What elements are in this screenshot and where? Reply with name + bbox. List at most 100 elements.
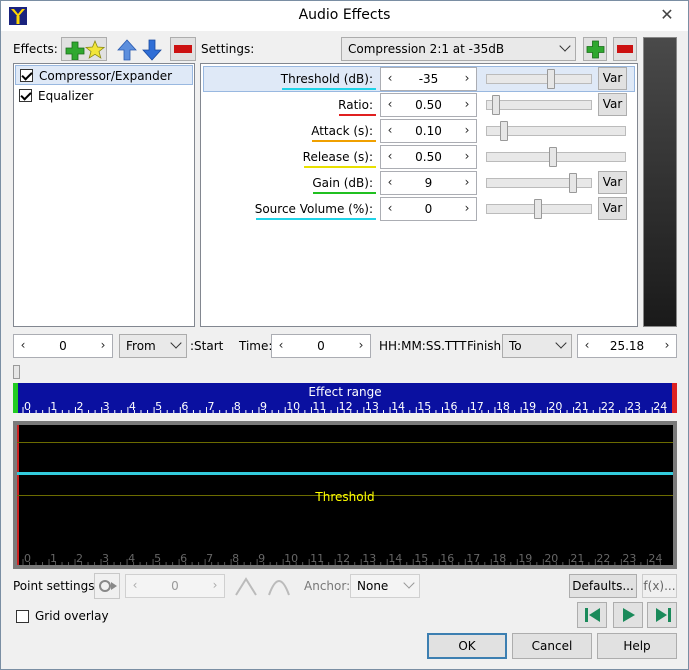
increment-icon[interactable]: › [460,71,474,85]
compressor-checkbox[interactable] [20,69,33,82]
param-slider[interactable] [486,121,626,141]
anchor-label: Anchor: [304,579,351,593]
point-type-button[interactable] [94,573,120,599]
graph-frame: Threshold 0 1 2 3 4 5 6 7 8 9 10 11 12 13 14 15 16 17 18 19… [13,421,677,569]
decrement-icon[interactable]: ‹ [274,338,288,352]
increment-icon[interactable]: › [460,175,474,189]
move-up-down-buttons [114,37,164,61]
decrement-icon[interactable]: ‹ [128,578,142,592]
move-up-icon [117,39,137,61]
decrement-icon[interactable]: ‹ [383,149,397,163]
param-spinner[interactable]: ‹ 0 › [380,197,477,221]
decrement-icon[interactable]: ‹ [383,175,397,189]
skip-to-start-button[interactable] [577,602,607,628]
plus-icon [586,40,605,59]
param-slider[interactable] [486,147,626,167]
position-thumb[interactable] [13,365,20,379]
list-item-equalizer[interactable]: Equalizer [15,86,193,106]
param-label: Threshold (dB): [280,72,373,86]
preset-select[interactable]: Compression 2:1 at -35dB [341,37,576,61]
increment-icon[interactable]: › [660,338,674,352]
play-button[interactable] [613,602,643,628]
skip-end-icon [656,608,671,622]
increment-icon[interactable]: › [460,97,474,111]
param-spinner[interactable]: ‹ 0.50 › [380,93,477,117]
decrement-icon[interactable]: ‹ [383,123,397,137]
point-value-spinner[interactable]: ‹ 0 › [125,574,225,598]
remove-effect-button[interactable] [170,37,196,61]
help-button[interactable]: Help [597,633,677,659]
linear-curve-icon[interactable] [234,575,258,597]
threshold-line[interactable] [17,472,673,475]
grid-overlay-checkbox[interactable] [16,610,29,623]
time-value: 0 [317,339,325,353]
slider-thumb[interactable] [569,173,577,193]
finish-spinner[interactable]: ‹ 25.18 › [577,334,677,358]
defaults-button[interactable]: Defaults... [569,574,637,598]
increment-icon[interactable]: › [460,123,474,137]
effect-range-ruler[interactable]: Effect range 0 1 2 3 4 5 6 7 8 9 10 11 12 13 14 15 16 17 1… [13,383,677,413]
increment-icon[interactable]: › [208,578,222,592]
anchor-select[interactable]: None [350,574,420,598]
add-plus-star-icon [65,40,105,60]
param-spinner[interactable]: ‹ 0.50 › [380,145,477,169]
param-slider[interactable] [486,173,592,193]
increment-icon[interactable]: › [96,338,110,352]
window-title: Audio Effects [298,7,391,23]
add-effect-button[interactable] [61,37,107,61]
slider-thumb[interactable] [500,121,508,141]
decrement-icon[interactable]: ‹ [580,338,594,352]
var-button[interactable]: Var [598,197,627,220]
time-spinner[interactable]: ‹ 0 › [271,334,371,358]
slider-thumb[interactable] [492,95,500,115]
remove-preset-button[interactable] [613,37,637,61]
skip-to-end-button[interactable] [647,602,677,628]
increment-icon[interactable]: › [354,338,368,352]
param-spinner[interactable]: ‹ 0.10 › [380,119,477,143]
list-item-compressor[interactable]: Compressor/Expander [15,65,193,85]
effects-list: Compressor/Expander Equalizer [13,63,195,327]
increment-icon[interactable]: › [460,201,474,215]
var-button[interactable]: Var [598,171,627,194]
slider-thumb[interactable] [534,199,542,219]
var-button[interactable]: Var [598,67,627,90]
param-slider[interactable] [486,199,592,219]
slider-thumb[interactable] [547,69,555,89]
param-label: Release (s): [302,150,373,164]
param-label: Ratio: [338,98,373,112]
decrement-icon[interactable]: ‹ [383,71,397,85]
position-slider[interactable] [13,363,677,381]
to-select[interactable]: To [502,334,572,358]
decrement-icon[interactable]: ‹ [16,338,30,352]
increment-icon[interactable]: › [460,149,474,163]
equalizer-checkbox[interactable] [19,89,32,102]
start-spinner[interactable]: ‹ 0 › [13,334,113,358]
param-slider[interactable] [486,69,592,89]
ruler-ticks: 0 1 2 3 4 5 6 7 8 9 10 11 12 13 14 15 16 17 18 19 20 21 22 23 24 [22,400,667,413]
ok-button[interactable]: OK [427,633,507,659]
param-value: 0.10 [415,124,442,138]
param-value: 9 [424,176,433,190]
volume-meter [643,37,677,327]
graph-gridline [17,442,673,443]
smooth-curve-icon[interactable] [267,575,291,597]
param-slider[interactable] [486,95,592,115]
decrement-icon[interactable]: ‹ [383,97,397,111]
param-spinner[interactable]: ‹ -35 › [380,67,477,91]
chevron-down-icon [555,337,567,349]
cancel-button[interactable]: Cancel [512,633,592,659]
slider-thumb[interactable] [549,147,557,167]
time-format-label: HH:MM:SS.TTT [379,339,467,353]
add-preset-button[interactable] [583,37,607,61]
start-value: 0 [59,339,67,353]
envelope-graph[interactable]: Threshold 0 1 2 3 4 5 6 7 8 9 10 11 12 13 14 15 16 17 18 19… [17,425,673,565]
param-label: Attack (s): [311,124,373,138]
anchor-value: None [357,579,389,593]
var-button[interactable]: Var [598,93,627,116]
close-icon[interactable]: ✕ [656,5,678,24]
decrement-icon[interactable]: ‹ [383,201,397,215]
param-value: -35 [418,72,439,86]
from-select[interactable]: From [119,334,187,358]
param-spinner[interactable]: ‹ 9 › [380,171,477,195]
fx-button[interactable]: f(x)... [642,574,677,598]
